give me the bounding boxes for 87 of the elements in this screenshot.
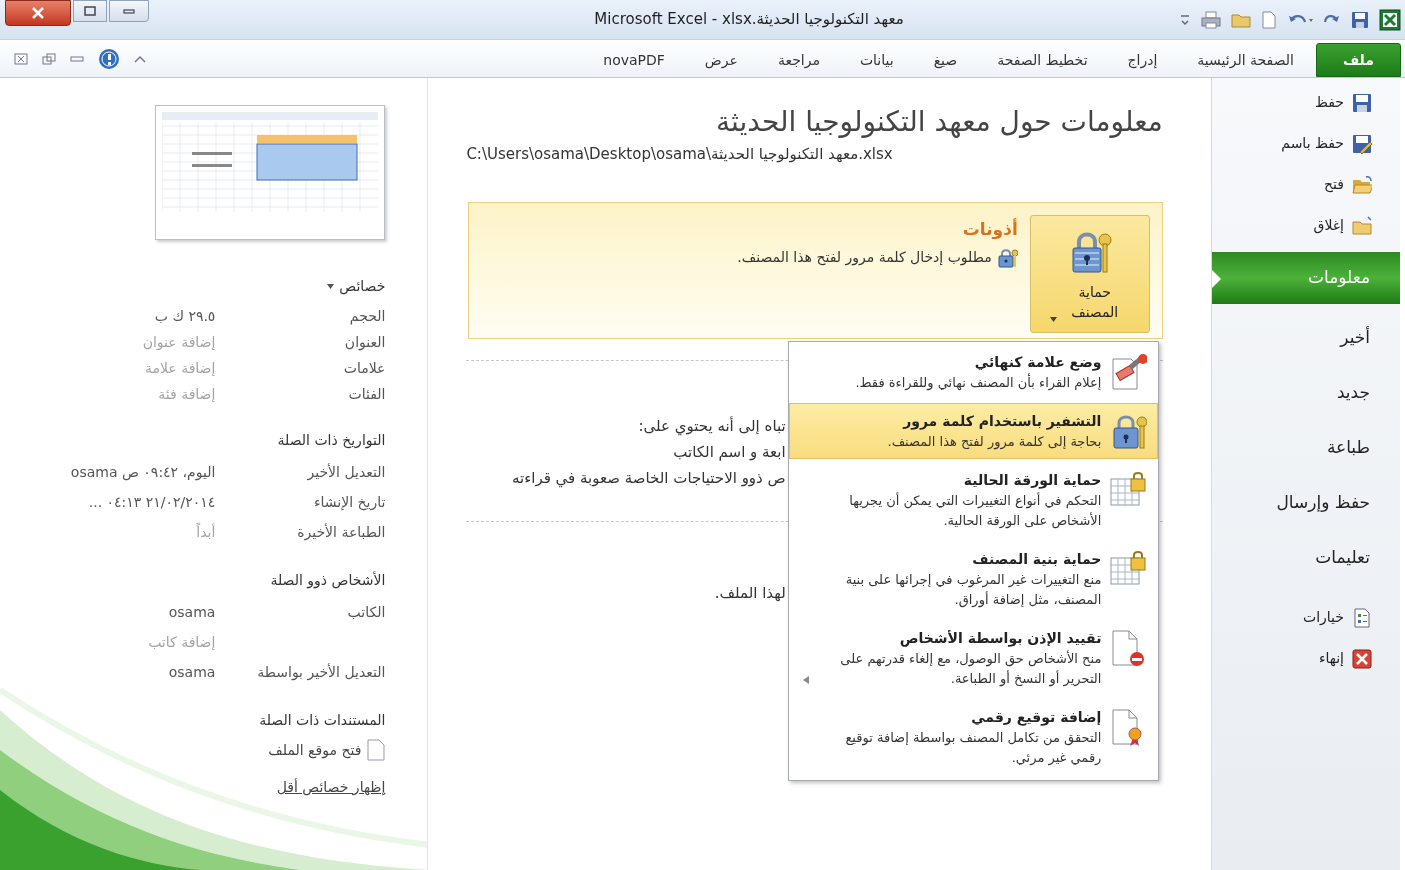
ribbon-tab[interactable]: مراجعة [759, 43, 838, 77]
arrow-icon [803, 676, 810, 684]
floppy-disk-pencil-icon [1352, 133, 1372, 154]
show-fewer-properties-link[interactable]: إظهار خصائص أقل [276, 777, 386, 798]
close-button[interactable] [5, 0, 71, 26]
ribbon-tab[interactable]: عرض [686, 43, 756, 77]
dropdown-caret-icon [1049, 317, 1057, 322]
property-input-field[interactable]: إضافة فئة [55, 383, 216, 405]
close-window-icon[interactable] [14, 52, 28, 65]
dropdown-caret-icon[interactable] [327, 284, 335, 289]
description-text: ابعة و اسم الكاتب [672, 442, 786, 463]
property-label: علامات [343, 360, 386, 376]
property-label: الطباعة الأخيرة [297, 524, 386, 540]
app-logo-icon[interactable] [1379, 8, 1401, 31]
property-label: التعديل الأخير بواسطة [257, 664, 386, 680]
document-icon [367, 739, 386, 761]
property-label: التعديل الأخير [307, 464, 386, 480]
permission-note: مطلوب إدخال كلمة مرور لفتح هذا المصنف. [737, 248, 992, 268]
ribbon-tab[interactable]: صيغ [915, 43, 976, 77]
collapse-ribbon-icon[interactable] [134, 53, 146, 64]
restore-button[interactable] [73, 0, 107, 22]
description-text: ص ذوو الاحتياجات الخاصة صعوبة في قراءته [510, 468, 786, 490]
ribbon-tab[interactable]: تخطيط الصفحة [979, 43, 1106, 77]
properties-heading: خصائص [339, 277, 386, 297]
property-value: osama [168, 662, 216, 682]
document-icon[interactable] [1261, 10, 1277, 29]
restore-window-icon[interactable] [42, 52, 56, 65]
options-document-icon [1352, 607, 1372, 628]
section-heading: التواريخ ذات الصلة [276, 431, 386, 451]
menu-tab[interactable]: حفظ وإرسال [1211, 475, 1400, 530]
window-title: Microsoft Excel - xlsx.معهد التكنولوجيا الحديثة [593, 9, 904, 31]
minimize-window-icon[interactable] [70, 54, 84, 63]
property-label: الكاتب [347, 604, 386, 620]
property-input-field[interactable]: إضافة عنوان [55, 331, 216, 353]
property-value: ٢١/٠٢/٢٠١٤ ٠٤:١٣ ... [88, 492, 216, 512]
property-label: الحجم [349, 308, 386, 324]
printer-icon[interactable] [1201, 10, 1221, 29]
ribbon-tab[interactable]: novaPDF [585, 43, 683, 77]
restore-icon[interactable] [84, 6, 96, 16]
help-icon[interactable] [98, 47, 120, 70]
menu-command[interactable]: إنهاء [1211, 638, 1400, 679]
property-value: اليوم، ٠٩:٤٢ ص osama [70, 462, 216, 483]
menu-command[interactable]: إغلاق [1211, 205, 1400, 246]
menu-command[interactable]: فتح [1211, 164, 1400, 205]
ribbon-tab[interactable]: ملف [1315, 43, 1401, 77]
file-path: C:\Users\osama\Desktop\osama\معهد التكنولوجيا الحديثة.xlsx [466, 144, 893, 164]
open-file-location-link[interactable]: فتح موقع الملف [268, 739, 386, 761]
menu-item[interactable]: حماية الورقة الحالية التحكم في أنواع التغييرات التي يمكن أن يجريها الأشخاص على الورقة الحالية. [789, 462, 1159, 538]
menu-item[interactable]: التشفير باستخدام كلمة مرور بحاجة إلى كلمة مرور لفتح هذا المصنف. [789, 403, 1159, 459]
menu-item[interactable]: إضافة توقيع رقمي التحقق من تكامل المصنف بواسطة إضافة توقيع رقمي غير مرئي. [789, 699, 1159, 775]
menu-command[interactable]: حفظ [1211, 82, 1400, 123]
menu-tab[interactable]: طباعة [1211, 420, 1400, 475]
document-stamp-icon [1109, 353, 1148, 393]
menu-tab[interactable]: تعليمات [1211, 530, 1400, 585]
protect-workbook-button[interactable]: حماية المصنف [1029, 215, 1150, 333]
ribbon-tab[interactable]: الصفحة الرئيسية [1179, 43, 1312, 77]
lock-key-icon [997, 247, 1018, 268]
save-icon[interactable] [1351, 10, 1369, 29]
property-value: ٢٩.٥ ك ب [154, 306, 216, 326]
x-box-icon [1352, 648, 1372, 669]
property-value: osama [168, 602, 216, 622]
menu-command[interactable]: حفظ باسم [1211, 123, 1400, 164]
menu-command[interactable]: خيارات [1211, 597, 1400, 638]
property-label: الفئات [348, 386, 386, 402]
menu-item[interactable]: حماية بنية المصنف منع التغييرات غير المرغوب في إجرائها على بنية المصنف، مثل إضافة أوراق. [789, 541, 1159, 617]
property-label: تاريخ الإنشاء [313, 494, 386, 510]
minimize-icon[interactable] [123, 8, 135, 14]
page-title: معلومات حول معهد التكنولوجيا الحديثة [715, 104, 1163, 140]
ribbon-tab[interactable]: إدراج [1109, 43, 1176, 77]
description-text: تباه إلى أنه يحتوي على: [637, 415, 786, 438]
menu-tab[interactable]: جديد [1211, 365, 1400, 420]
section-heading: أذونات [961, 217, 1018, 241]
section-heading: الأشخاص ذوو الصلة [269, 570, 386, 591]
property-input-field[interactable]: إضافة كاتب [55, 631, 216, 653]
description-text: لهذا الملف. [713, 583, 786, 604]
ribbon-tab[interactable]: بيانات [841, 43, 912, 77]
minimize-button[interactable] [109, 0, 149, 22]
property-value: أبداً [196, 521, 216, 542]
close-icon[interactable] [31, 7, 45, 19]
menu-item[interactable]: تقييد الإذن بواسطة الأشخاص منح الأشخاص حق الوصول، مع إلغاء قدرتهم على التحرير أو النسخ أو الطباعة. [789, 620, 1159, 696]
folder-icon [1352, 215, 1372, 236]
section-heading: المستندات ذات الصلة [258, 711, 386, 730]
menu-tab[interactable]: أخير [1211, 310, 1400, 365]
menu-item[interactable]: وضع علامة كنهائي إعلام القراء بأن المصنف نهائي وللقراءة فقط. [789, 344, 1159, 400]
open-folder-icon [1352, 174, 1372, 195]
property-input-field[interactable]: إضافة علامة [55, 357, 216, 379]
property-label: العنوان [344, 334, 386, 350]
